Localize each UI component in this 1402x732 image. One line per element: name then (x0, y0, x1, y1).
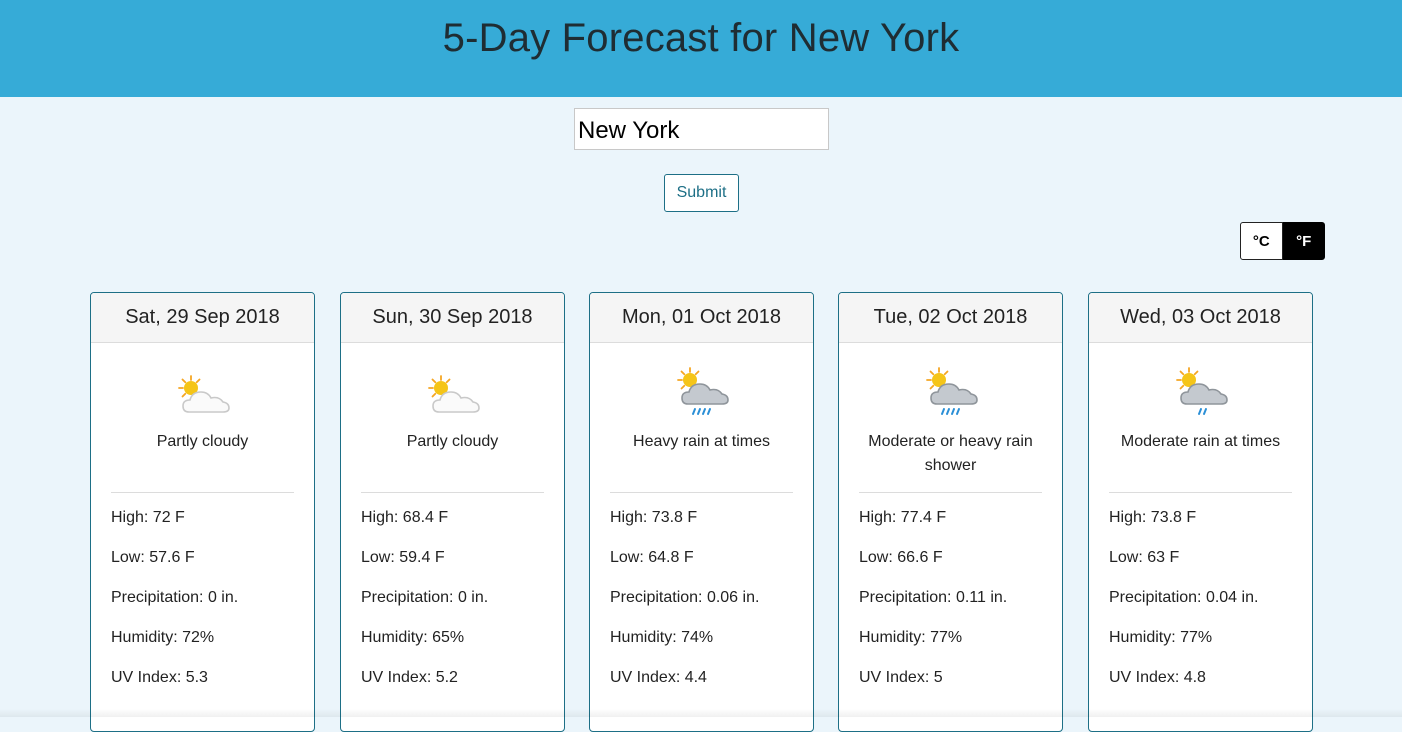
forecast-date: Tue, 02 Oct 2018 (839, 293, 1062, 343)
high-temp: High: 73.8 F (610, 509, 698, 526)
partly-cloudy-icon (177, 375, 230, 413)
partly-cloudy-icon (427, 375, 480, 413)
submit-button[interactable]: Submit (664, 174, 739, 212)
uv-index: UV Index: 5 (859, 669, 943, 686)
humidity: Humidity: 65% (361, 629, 465, 646)
low-temp: Low: 63 F (1109, 549, 1180, 566)
high-temp: High: 73.8 F (1109, 509, 1197, 526)
low-temp: Low: 57.6 F (111, 549, 195, 566)
page-header: 5-Day Forecast for New York (0, 0, 1402, 97)
humidity: Humidity: 74% (610, 629, 714, 646)
forecast-condition: Moderate or heavy rain shower (868, 433, 1033, 474)
forecast-condition: Partly cloudy (406, 433, 499, 450)
humidity: Humidity: 77% (859, 629, 963, 646)
heavy-rain-icon (676, 367, 729, 415)
forecast-card: Wed, 03 Oct 2018 Moderate rain at times … (1088, 292, 1313, 732)
forecast-date: Sun, 30 Sep 2018 (341, 293, 564, 343)
heavy-rain-shower-icon (925, 367, 978, 415)
unit-toggle: °C °F (1240, 222, 1325, 260)
forecast-date: Wed, 03 Oct 2018 (1089, 293, 1312, 343)
forecast-card: Tue, 02 Oct 2018 Moderate or heavy rain … (838, 292, 1063, 732)
low-temp: Low: 59.4 F (361, 549, 445, 566)
precipitation: Precipitation: 0 in. (111, 589, 239, 606)
uv-index: UV Index: 5.2 (361, 669, 458, 686)
precipitation: Precipitation: 0.11 in. (859, 589, 1008, 606)
humidity: Humidity: 77% (1109, 629, 1213, 646)
high-temp: High: 72 F (111, 509, 185, 526)
low-temp: Low: 66.6 F (859, 549, 943, 566)
forecast-condition: Partly cloudy (156, 433, 249, 450)
city-search-input[interactable] (574, 108, 829, 150)
precipitation: Precipitation: 0.04 in. (1109, 589, 1259, 606)
page-title: 5-Day Forecast for New York (442, 16, 960, 60)
forecast-date: Mon, 01 Oct 2018 (590, 293, 813, 343)
precipitation: Precipitation: 0 in. (361, 589, 489, 606)
precipitation: Precipitation: 0.06 in. (610, 589, 760, 606)
celsius-button[interactable]: °C (1240, 222, 1283, 260)
forecast-card: Sun, 30 Sep 2018 Partly cloudy High: 68.… (340, 292, 565, 732)
humidity: Humidity: 72% (111, 629, 215, 646)
forecast-condition: Moderate rain at times (1120, 433, 1281, 450)
uv-index: UV Index: 4.8 (1109, 669, 1206, 686)
low-temp: Low: 64.8 F (610, 549, 694, 566)
fahrenheit-button[interactable]: °F (1282, 222, 1325, 260)
high-temp: High: 68.4 F (361, 509, 449, 526)
forecast-card: Mon, 01 Oct 2018 Heavy rain at times Hig… (589, 292, 814, 732)
uv-index: UV Index: 4.4 (610, 669, 707, 686)
uv-index: UV Index: 5.3 (111, 669, 208, 686)
forecast-condition: Heavy rain at times (633, 433, 770, 450)
forecast-date: Sat, 29 Sep 2018 (91, 293, 314, 343)
bottom-shadow (0, 709, 1402, 717)
forecast-card: Sat, 29 Sep 2018 Partly cloudy High: 72 … (90, 292, 315, 732)
high-temp: High: 77.4 F (859, 509, 947, 526)
moderate-rain-icon (1175, 367, 1228, 415)
